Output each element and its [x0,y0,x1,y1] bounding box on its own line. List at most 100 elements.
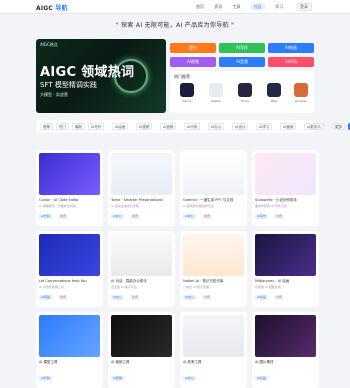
card-category-badge: AI写作 [255,214,268,219]
logo-accent: 导航 [55,5,68,12]
banner-headline: AIGC 领域热词 [40,65,135,80]
app-item[interactable]: Runway [292,83,310,103]
filter-chip[interactable]: AI数字人 [304,123,324,130]
quick-button-audio[interactable]: AI音频 [219,57,265,67]
filter-chip[interactable]: 更多 [332,123,345,130]
filter-chip[interactable]: AI绘画 [112,123,129,130]
filter-chip[interactable]: AI办公 [208,123,225,130]
app-label: Runway [295,99,307,103]
card-thumbnail [111,153,172,195]
card-price-badge: 免费 [202,214,213,219]
login-button[interactable]: 登录 [297,3,312,11]
card-description: AI 编程助手，智能补全代码 [39,204,76,208]
filter-chip[interactable]: 最新 [72,123,85,130]
nav-link-tools[interactable]: 工具 [233,4,241,9]
card-title[interactable]: Let Conversations Help You [39,279,101,283]
card-price-badge: 付费 [202,295,213,300]
card-thumbnail [183,234,244,276]
filter-chip[interactable]: AI设计 [232,123,249,130]
app-item[interactable]: Gen-2 [178,83,196,103]
card-title[interactable]: Tome · Smarter Presentations [111,198,173,202]
tool-card[interactable]: AI 模型工具 AI代码 [36,312,103,388]
app-icon [267,83,281,97]
card-category-badge: AI办公 [183,214,196,219]
card-description: 企业级 AI 助手平台 [111,285,137,289]
tool-card[interactable]: Sudowrite · 小说创作助手 面向作家的 AI 写作工具 AI写作 付费 [252,150,319,226]
card-price-badge: 免费 [130,214,141,219]
card-title[interactable]: Cursor · AI Code Editor [39,198,101,202]
banner-small-text: 大模型 · 实战营 [40,92,68,97]
quick-button-writing[interactable]: AI写作 [219,43,265,53]
card-title[interactable]: Gamma · 一键生成 PPT 与文档 [183,198,245,203]
card-title[interactable]: Sudowrite · 小说创作助手 [255,198,317,203]
site-logo[interactable]: AIGC 导航 [36,3,68,12]
nav-link-news[interactable]: 资讯 [214,4,222,9]
app-icon [294,83,308,97]
card-title[interactable]: Midjourney · AI 绘画 [255,279,317,284]
panel-title: 热门推荐 [174,74,190,79]
quick-button-submit[interactable]: 提交 [170,43,216,53]
banner-tag: AIGC热点 [40,42,58,47]
tool-card[interactable]: Notion AI · 笔记与知识库 一站式 AI 知识管理 AI办公 付费 [180,231,247,307]
card-price-badge: 免费 [58,214,69,219]
card-description: AI 对话式营销工具 [39,285,64,289]
card-category-badge: AI办公 [111,214,124,219]
card-thumbnail [111,234,172,276]
filter-chip[interactable]: AI学习 [256,123,273,130]
tool-card[interactable]: Cursor · AI Code Editor AI 编程助手，智能补全代码 AI代… [36,150,103,226]
filter-chip[interactable]: AI营销 [280,123,297,130]
tool-card[interactable]: AI 图片素材 AI绘画 [252,312,319,388]
card-thumbnail [183,153,244,195]
card-category-badge: AI绘画 [255,295,268,300]
card-thumbnail [111,315,172,357]
banner-subline: SFT 模型精调实践 [40,81,97,89]
category-filter-bar: 推荐 热门 最新 AI写作 AI绘画 AI视频 AI音频 AI代码 AI办公 AI设计 AI学习 AI… [36,120,350,133]
card-title[interactable]: AI 效率工具 [183,360,245,365]
card-price-badge: 付费 [274,295,285,300]
tool-card[interactable]: Tome · Smarter Presentations AI 自动生成演示文稿 A… [108,150,175,226]
app-item[interactable]: Tome [236,83,254,103]
tool-card[interactable]: Gamma · 一键生成 PPT 与文档 AI 驱动的内容创作平台 AI办公 免费 [180,150,247,226]
recommend-panel: 热门推荐 Gen-2 Stable Tome Pika Runway [170,71,314,113]
card-category-badge: AI营销 [39,295,52,300]
card-price-badge: 免费 [58,295,69,300]
quick-button-drawing[interactable]: AI绘画 [268,43,314,53]
filter-chip[interactable]: 推荐 [40,123,53,130]
card-thumbnail [255,234,316,276]
card-title[interactable]: AI 对话 · 智能办公助手 [111,279,173,284]
hero-banner[interactable]: AIGC热点 AIGC 领域热词 SFT 模型精调实践 大模型 · 实战营 [36,39,166,113]
carousel-dots[interactable] [94,106,110,113]
filter-chip[interactable]: AI代码 [184,123,201,130]
quick-button-code[interactable]: AI代码 [268,57,314,67]
app-label: Stable [211,99,221,103]
card-category-badge: AI办公 [183,295,196,300]
tool-card[interactable]: AI 效率工具 AI办公 [180,312,247,388]
card-thumbnail [39,234,100,276]
card-thumbnail [255,315,316,357]
filter-chip[interactable]: AI写作 [88,123,105,130]
card-description: AI 自动生成演示文稿 [111,204,139,208]
filter-chip[interactable]: AI视频 [136,123,153,130]
nav-link-learn[interactable]: 学习 [275,4,283,9]
card-price-badge: 免费 [130,295,141,300]
quick-button-video[interactable]: AI视频 [170,57,216,67]
tool-card[interactable]: AI 对话 · 智能办公助手 企业级 AI 助手平台 AI办公 免费 [108,231,175,307]
card-title[interactable]: AI 营销工具 [111,360,173,365]
nav-link-home[interactable]: 首页 [196,4,204,9]
app-item[interactable]: Pika [265,83,283,103]
card-thumbnail [39,315,100,357]
app-item[interactable]: Stable [207,83,225,103]
app-icon [209,83,223,97]
tool-card[interactable]: AI 营销工具 AI营销 [108,312,175,388]
card-category-badge: AI代码 [39,376,52,381]
filter-chip[interactable]: AI音频 [160,123,177,130]
card-title[interactable]: AI 模型工具 [39,360,101,365]
tool-card[interactable]: Let Conversations Help You AI 对话式营销工具 AI营销… [36,231,103,307]
logo-text: AIGC [36,5,54,12]
hero-title: " 探索 AI 无限可能，AI 产品库为你导航 " [115,22,235,29]
nav-link-community[interactable]: 社区 [250,3,265,10]
card-title[interactable]: AI 图片素材 [255,360,317,365]
card-title[interactable]: Notion AI · 笔记与知识库 [183,279,245,284]
tool-card[interactable]: Midjourney · AI 绘画 高质量 AI 图像生成 AI绘画 付费 [252,231,319,307]
filter-chip[interactable]: 热门 [56,123,69,130]
